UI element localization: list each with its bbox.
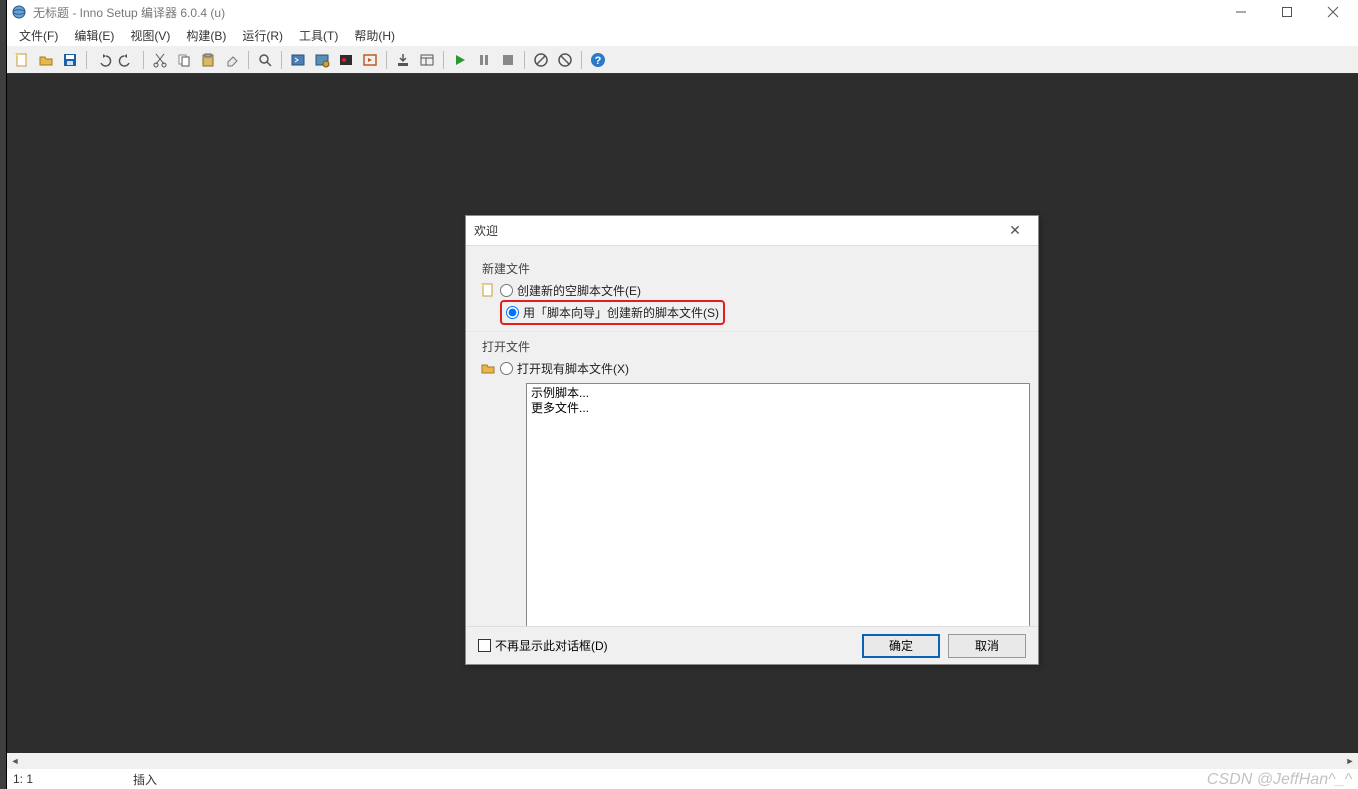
block2-icon[interactable] (554, 49, 576, 71)
block-icon[interactable] (530, 49, 552, 71)
statusbar: 1: 1 插入 CSDN @JeffHan^_^ (7, 769, 1358, 789)
wizard-option-highlight: 用「脚本向导」创建新的脚本文件(S) (500, 300, 725, 325)
toolbar-separator (581, 51, 582, 69)
stop-icon[interactable] (497, 49, 519, 71)
toolbar-separator (443, 51, 444, 69)
dialog-footer: 不再显示此对话框(D) 确定 取消 (466, 626, 1038, 664)
cut-icon[interactable] (149, 49, 171, 71)
scroll-left-icon[interactable]: ◄ (7, 753, 23, 769)
menu-run[interactable]: 运行(R) (234, 25, 291, 46)
open-icon[interactable] (35, 49, 57, 71)
titlebar: 无标题 - Inno Setup 编译器 6.0.4 (u) (7, 0, 1358, 24)
toolbar-separator (386, 51, 387, 69)
maximize-button[interactable] (1264, 0, 1310, 24)
app-window: 无标题 - Inno Setup 编译器 6.0.4 (u) 文件(F) 编辑(… (7, 0, 1358, 789)
radio-open-existing[interactable]: 打开现有脚本文件(X) (500, 359, 1024, 378)
radio-new-empty-label: 创建新的空脚本文件(E) (517, 282, 641, 299)
download-icon[interactable] (392, 49, 414, 71)
toolbar-separator (143, 51, 144, 69)
toolbar-separator (248, 51, 249, 69)
compile-icon[interactable] (287, 49, 309, 71)
minimize-button[interactable] (1218, 0, 1264, 24)
radio-new-wizard-input[interactable] (506, 306, 519, 319)
dialog-close-icon[interactable]: ✕ (1000, 222, 1030, 239)
radio-new-empty[interactable]: 创建新的空脚本文件(E) (500, 281, 1024, 300)
radio-new-empty-input[interactable] (500, 284, 513, 297)
watermark: CSDN @JeffHan^_^ (1207, 771, 1352, 789)
ok-button[interactable]: 确定 (862, 634, 940, 658)
menu-view[interactable]: 视图(V) (122, 25, 178, 46)
undo-icon[interactable] (92, 49, 114, 71)
menu-build[interactable]: 构建(B) (178, 25, 234, 46)
radio-new-wizard-label: 用「脚本向导」创建新的脚本文件(S) (523, 304, 719, 321)
cursor-position: 1: 1 (13, 772, 133, 786)
scroll-right-icon[interactable]: ► (1342, 753, 1358, 769)
new-file-group-label: 新建文件 (482, 260, 1024, 277)
toolbar-separator (281, 51, 282, 69)
paste-icon[interactable] (197, 49, 219, 71)
adjacent-window-sliver (0, 0, 7, 789)
redo-icon[interactable] (116, 49, 138, 71)
insert-mode: 插入 (133, 771, 213, 788)
svg-text:?: ? (595, 55, 602, 67)
open-file-icon (480, 359, 500, 379)
radio-new-wizard[interactable]: 用「脚本向导」创建新的脚本文件(S) (506, 303, 719, 322)
toolbar-separator (524, 51, 525, 69)
dialog-separator (466, 331, 1038, 332)
output-icon[interactable] (359, 49, 381, 71)
menu-help[interactable]: 帮助(H) (346, 25, 403, 46)
save-icon[interactable] (59, 49, 81, 71)
copy-icon[interactable] (173, 49, 195, 71)
recent-files-list[interactable]: 示例脚本... 更多文件... (526, 383, 1030, 629)
list-item[interactable]: 示例脚本... (531, 386, 1025, 401)
welcome-dialog: 欢迎 ✕ 新建文件 创建新的空脚本文件(E) 用「脚本向导」创建 (465, 215, 1039, 665)
menu-file[interactable]: 文件(F) (11, 25, 66, 46)
window-title: 无标题 - Inno Setup 编译器 6.0.4 (u) (33, 4, 1218, 21)
new-file-icon (480, 281, 500, 301)
find-icon[interactable] (254, 49, 276, 71)
new-icon[interactable] (11, 49, 33, 71)
dont-show-label: 不再显示此对话框(D) (495, 637, 608, 654)
cancel-button[interactable]: 取消 (948, 634, 1026, 658)
pause-icon[interactable] (473, 49, 495, 71)
open-file-group-label: 打开文件 (482, 338, 1024, 355)
dialog-body: 新建文件 创建新的空脚本文件(E) 用「脚本向导」创建新的脚本文件(S) (466, 246, 1038, 629)
dialog-titlebar: 欢迎 ✕ (466, 216, 1038, 246)
erase-icon[interactable] (221, 49, 243, 71)
registry-icon[interactable] (416, 49, 438, 71)
close-button[interactable] (1310, 0, 1356, 24)
toolbar: ? (7, 46, 1358, 74)
run-icon[interactable] (449, 49, 471, 71)
dont-show-checkbox[interactable]: 不再显示此对话框(D) (478, 637, 608, 654)
scroll-track[interactable] (23, 753, 1342, 769)
radio-open-existing-input[interactable] (500, 362, 513, 375)
checkbox-icon[interactable] (478, 639, 491, 652)
horizontal-scrollbar[interactable]: ◄ ► (7, 753, 1358, 769)
compile-options-icon[interactable] (311, 49, 333, 71)
dialog-title: 欢迎 (474, 222, 1000, 239)
radio-open-existing-label: 打开现有脚本文件(X) (517, 360, 629, 377)
help-icon[interactable]: ? (587, 49, 609, 71)
menu-edit[interactable]: 编辑(E) (66, 25, 122, 46)
menu-tools[interactable]: 工具(T) (291, 25, 346, 46)
list-item[interactable]: 更多文件... (531, 401, 1025, 416)
app-icon (11, 4, 27, 20)
toolbar-separator (86, 51, 87, 69)
breakpoint-icon[interactable] (335, 49, 357, 71)
menubar: 文件(F) 编辑(E) 视图(V) 构建(B) 运行(R) 工具(T) 帮助(H… (7, 24, 1358, 46)
